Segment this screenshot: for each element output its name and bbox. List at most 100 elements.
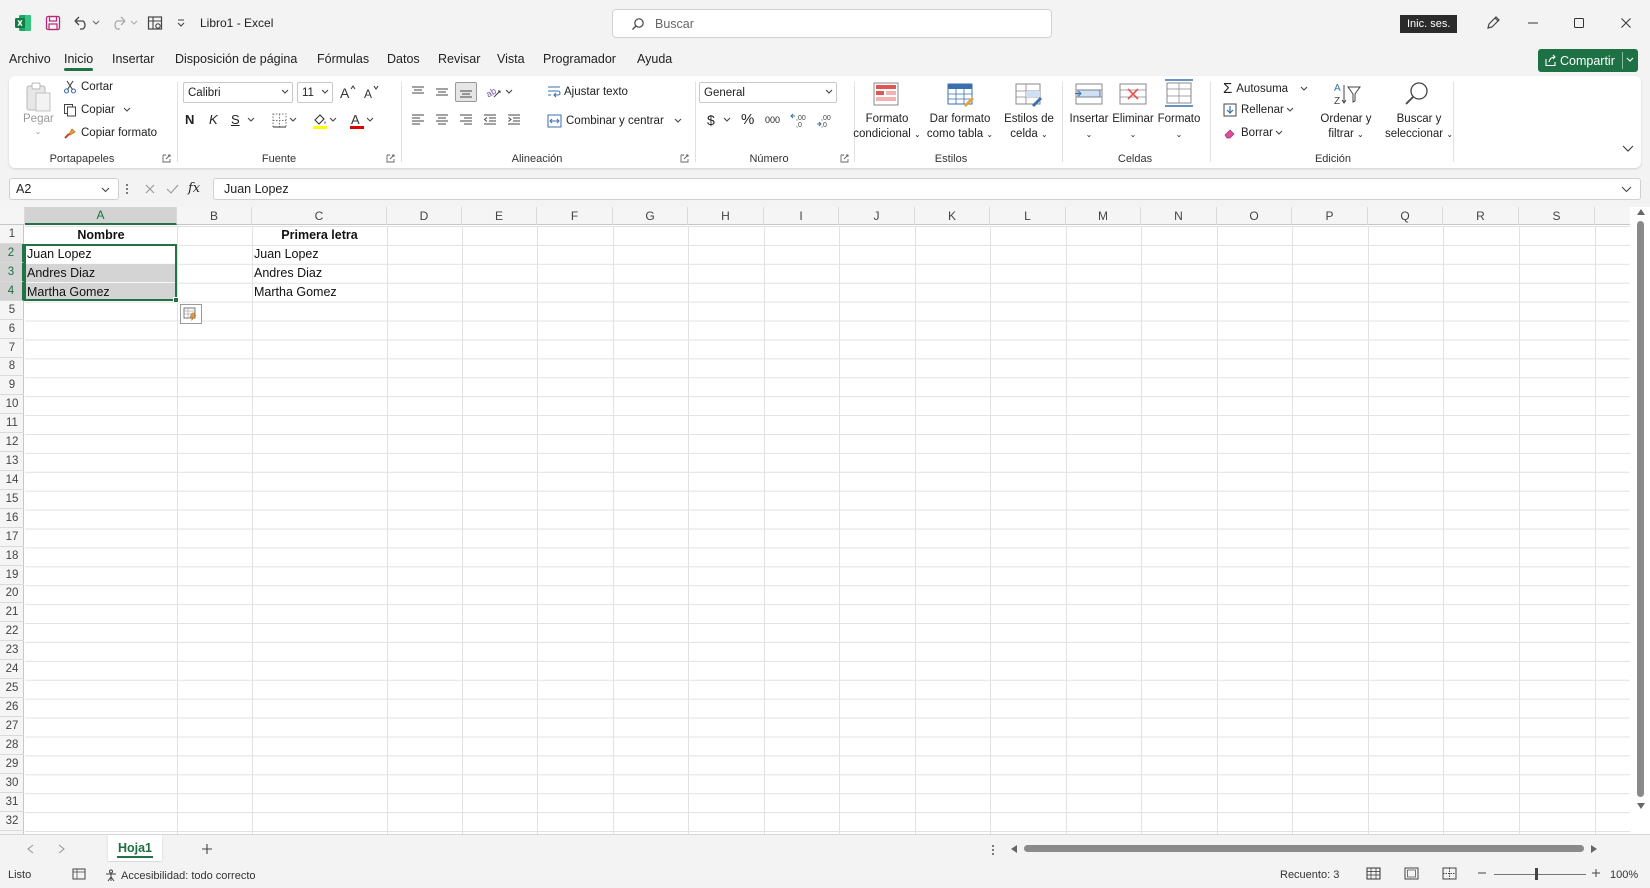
- dialog-launcher-icon[interactable]: [680, 154, 689, 163]
- row-header[interactable]: 19: [0, 566, 24, 585]
- find-select-button[interactable]: Buscar y seleccionar ⌄: [1377, 112, 1461, 142]
- page-layout-view-icon[interactable]: [1404, 867, 1419, 880]
- row-header[interactable]: 9: [0, 376, 24, 396]
- column-header[interactable]: C: [252, 207, 387, 225]
- column-header[interactable]: O: [1217, 207, 1292, 225]
- pen-icon[interactable]: [1482, 10, 1504, 36]
- chevron-down-icon[interactable]: [101, 187, 110, 193]
- undo-icon[interactable]: [70, 10, 102, 36]
- align-center-icon[interactable]: [433, 112, 451, 128]
- tab-formulas[interactable]: Fórmulas: [317, 52, 369, 66]
- name-box[interactable]: A2: [9, 178, 119, 200]
- row-header[interactable]: 12: [0, 433, 24, 453]
- column-header[interactable]: A: [25, 207, 177, 225]
- cell-c3[interactable]: Andres Diaz: [252, 264, 387, 282]
- wrap-text-button[interactable]: Ajustar texto: [547, 85, 628, 99]
- sort-filter-button[interactable]: Ordenar y filtrar ⌄: [1309, 112, 1383, 142]
- search-box[interactable]: Buscar: [612, 9, 1052, 38]
- align-left-icon[interactable]: [409, 112, 427, 128]
- row-header[interactable]: 6: [0, 320, 24, 339]
- italic-button[interactable]: K: [209, 112, 218, 127]
- close-icon[interactable]: [1609, 10, 1643, 36]
- row-header[interactable]: 31: [0, 793, 24, 812]
- format-as-table-icon[interactable]: [945, 80, 977, 110]
- row-header[interactable]: 24: [0, 660, 24, 680]
- vertical-scrollbar[interactable]: [1632, 207, 1650, 834]
- quick-print-icon[interactable]: [144, 10, 166, 36]
- horizontal-scroll-thumb[interactable]: [1024, 845, 1584, 852]
- clear-button[interactable]: Borrar: [1223, 126, 1283, 140]
- scroll-left-icon[interactable]: [1010, 844, 1018, 854]
- row-header[interactable]: 11: [0, 414, 24, 434]
- ribbon-collapse-icon[interactable]: [1621, 142, 1635, 156]
- accessibility-status[interactable]: Accesibilidad: todo correcto: [104, 869, 256, 882]
- fill-color-icon[interactable]: [311, 111, 329, 129]
- save-icon[interactable]: [42, 10, 64, 36]
- dialog-launcher-icon[interactable]: [162, 154, 171, 163]
- row-header[interactable]: 8: [0, 357, 24, 377]
- format-cells-icon[interactable]: [1163, 78, 1195, 108]
- chevron-down-icon[interactable]: [289, 116, 297, 124]
- insert-cells-icon[interactable]: [1073, 80, 1105, 110]
- tab-archivo[interactable]: Archivo: [9, 52, 51, 66]
- decrease-decimal-icon[interactable]: ,00,0: [815, 111, 835, 129]
- chevron-down-icon[interactable]: [366, 116, 374, 124]
- cell-styles-button[interactable]: Estilos de celda ⌄: [999, 112, 1059, 142]
- row-header[interactable]: 10: [0, 395, 24, 415]
- align-middle-icon[interactable]: [433, 84, 451, 100]
- decrease-indent-icon[interactable]: [481, 112, 499, 128]
- tab-insertar[interactable]: Insertar: [112, 52, 154, 66]
- conditional-format-button[interactable]: Formato condicional ⌄: [849, 112, 925, 142]
- zoom-level[interactable]: 100%: [1610, 869, 1638, 881]
- maximize-icon[interactable]: [1562, 10, 1596, 36]
- column-header[interactable]: P: [1292, 207, 1368, 225]
- zoom-slider[interactable]: [1494, 874, 1586, 875]
- chevron-down-icon[interactable]: [505, 88, 513, 96]
- cell-area[interactable]: Nombre Primera letra Juan Lopez Andres D…: [25, 226, 1630, 834]
- sign-in-button[interactable]: Inic. ses.: [1400, 15, 1458, 33]
- tab-ayuda[interactable]: Ayuda: [637, 52, 672, 66]
- font-family-select[interactable]: Calibri: [183, 82, 293, 103]
- font-size-select[interactable]: 11: [297, 82, 333, 103]
- row-header[interactable]: 5: [0, 301, 24, 320]
- insert-function-button[interactable]: fx: [188, 181, 200, 196]
- formula-input[interactable]: Juan Lopez: [213, 178, 1641, 200]
- increase-decimal-icon[interactable]: ,00,0: [789, 111, 809, 129]
- chevron-down-icon[interactable]: [329, 116, 337, 124]
- percent-button[interactable]: %: [741, 111, 754, 128]
- zoom-out-icon[interactable]: [1477, 868, 1487, 878]
- row-header[interactable]: 23: [0, 641, 24, 661]
- vertical-scroll-thumb[interactable]: [1637, 221, 1644, 797]
- row-header[interactable]: 14: [0, 471, 24, 490]
- chevron-down-icon[interactable]: [1626, 57, 1634, 63]
- column-header[interactable]: R: [1443, 207, 1519, 225]
- row-header[interactable]: 30: [0, 774, 24, 793]
- row-header[interactable]: 25: [0, 679, 24, 699]
- tab-disposicion[interactable]: Disposición de página: [175, 52, 297, 66]
- chevron-down-icon[interactable]: [247, 116, 255, 124]
- add-sheet-icon[interactable]: [200, 842, 214, 856]
- zoom-slider-thumb[interactable]: [1535, 868, 1538, 880]
- cell-a1[interactable]: Nombre: [25, 226, 177, 244]
- more-options-icon[interactable]: [990, 843, 996, 857]
- row-header[interactable]: 20: [0, 584, 24, 604]
- dialog-launcher-icon[interactable]: [840, 154, 849, 163]
- column-header[interactable]: B: [177, 207, 252, 225]
- row-header[interactable]: 32: [0, 812, 24, 831]
- align-bottom-icon[interactable]: [455, 82, 477, 102]
- column-header[interactable]: M: [1066, 207, 1141, 225]
- confirm-entry-icon[interactable]: [164, 181, 180, 197]
- select-all-corner[interactable]: [0, 207, 25, 225]
- number-format-select[interactable]: General: [699, 82, 837, 103]
- cancel-entry-icon[interactable]: [142, 181, 158, 197]
- row-header[interactable]: 4: [0, 281, 24, 301]
- row-header[interactable]: 27: [0, 717, 24, 736]
- sheet-tab-hoja1[interactable]: Hoja1: [108, 835, 162, 861]
- row-header[interactable]: 29: [0, 755, 24, 774]
- delete-cells-icon[interactable]: [1117, 80, 1149, 110]
- scroll-up-icon[interactable]: [1637, 209, 1645, 215]
- row-header[interactable]: 21: [0, 603, 24, 623]
- column-header[interactable]: N: [1141, 207, 1217, 225]
- tab-revisar[interactable]: Revisar: [438, 52, 480, 66]
- page-break-view-icon[interactable]: [1442, 867, 1457, 880]
